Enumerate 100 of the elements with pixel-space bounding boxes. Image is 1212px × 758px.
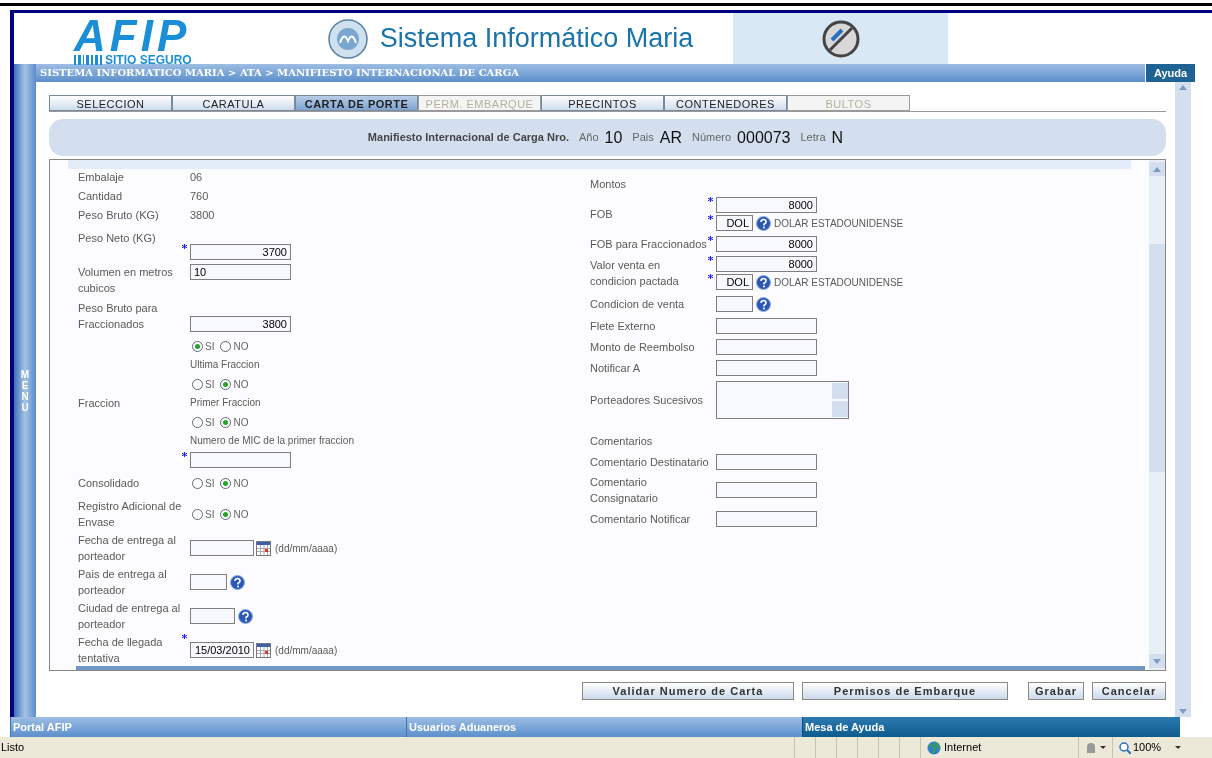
radio-button[interactable] [192, 378, 203, 390]
field-label: Fecha de entrega al porteador [78, 533, 177, 565]
caret-icon[interactable] [1175, 746, 1182, 749]
calendar-icon[interactable] [256, 642, 271, 658]
field-label: Comentario Notificar [590, 512, 692, 528]
input-field[interactable]: 8000 [716, 197, 817, 214]
group-caption: Ultima Fraccion [190, 358, 261, 373]
input-field[interactable]: 3700 [190, 244, 291, 261]
zoom-icon[interactable] [1119, 741, 1131, 754]
help-icon[interactable] [230, 574, 245, 590]
input-field[interactable] [716, 339, 817, 356]
action-button[interactable]: Validar Numero de Carta [582, 682, 794, 700]
input-field[interactable]: 10 [190, 264, 291, 281]
action-button[interactable]: Cancelar [1092, 682, 1166, 700]
format-hint: (dd/mm/aaaa) [275, 541, 338, 556]
input-field[interactable]: 8000 [716, 256, 817, 273]
field-label: Registro Adicional de Envase [78, 499, 183, 531]
field-label: Notificar A [590, 361, 642, 377]
radio-label: SI [205, 507, 215, 522]
field-label: Consolidado [78, 476, 141, 492]
radio-button[interactable] [192, 477, 203, 489]
input-field[interactable] [190, 608, 235, 625]
radio-label: SI [205, 415, 215, 430]
group-caption: Primer Fraccion [190, 396, 262, 411]
field-label: Monto de Reembolso [590, 340, 696, 356]
radio-label: NO [233, 339, 249, 354]
radio-label: SI [205, 476, 215, 491]
input-field[interactable] [190, 452, 291, 469]
input-field[interactable] [190, 574, 227, 591]
help-icon[interactable] [756, 296, 771, 312]
input-field[interactable]: 8000 [716, 236, 817, 253]
radio-button[interactable] [192, 340, 203, 352]
help-icon[interactable] [756, 274, 771, 290]
input-field[interactable]: 3800 [190, 316, 291, 333]
seal-logo-icon [327, 18, 368, 59]
required-icon [708, 256, 713, 262]
field-label: Embalaje [78, 170, 125, 186]
field-label: Fraccion [78, 396, 122, 412]
action-button[interactable]: Permisos de Embarque [802, 682, 1008, 700]
field-label: Comentarios [590, 434, 653, 450]
radio-button[interactable] [220, 508, 232, 520]
field-label: Valor venta en condicion pactada [590, 258, 680, 290]
input-field[interactable] [716, 318, 817, 335]
help-button[interactable]: Ayuda [1145, 64, 1195, 82]
field-label: Pais [632, 130, 654, 146]
field-label: FOB para Fraccionados [590, 237, 708, 253]
input-field[interactable] [716, 296, 753, 313]
field-label: Peso Bruto para Fraccionados [78, 301, 159, 333]
field-label: Volumen en metros cubicos [78, 265, 174, 297]
field-value: AR [659, 127, 682, 148]
tab[interactable]: PRECINTOS [541, 95, 664, 111]
tab[interactable]: CARTA DE PORTE [295, 95, 418, 111]
logo-subtitle: SITIO SEGURO [105, 53, 192, 66]
footer-link[interactable]: Mesa de Ayuda [805, 718, 885, 736]
help-icon[interactable] [238, 608, 253, 624]
radio-label: SI [205, 377, 215, 392]
zoom-level[interactable]: 100% [1133, 739, 1162, 756]
required-icon [708, 274, 713, 280]
field-label: Flete Externo [590, 319, 657, 335]
radio-label: NO [233, 476, 249, 491]
field-value: 06 [190, 170, 203, 186]
field-label: Número [691, 130, 732, 146]
radio-label: NO [233, 507, 249, 522]
tab[interactable]: SELECCION [49, 95, 172, 111]
tab[interactable]: CONTENEDORES [664, 95, 787, 111]
radio-button[interactable] [192, 508, 203, 520]
input-field[interactable] [716, 454, 817, 471]
input-field[interactable]: DOL [716, 215, 753, 232]
text-area[interactable] [716, 381, 849, 420]
field-label: Montos [590, 177, 627, 193]
field-value: N [831, 127, 844, 148]
manifest-title: Manifiesto Internacional de Carga Nro. [367, 130, 569, 146]
field-label: Comentario Consignatario [590, 475, 659, 507]
radio-label: NO [233, 415, 249, 430]
calendar-icon[interactable] [256, 540, 271, 556]
field-label: Comentario Destinatario [590, 455, 708, 471]
input-field[interactable] [716, 482, 817, 499]
field-label: FOB [590, 207, 614, 223]
field-value: 000073 [737, 127, 791, 148]
radio-button[interactable] [220, 477, 232, 489]
action-button[interactable]: Grabar [1028, 682, 1084, 700]
input-field[interactable]: DOL [716, 274, 753, 291]
radio-button[interactable] [220, 340, 232, 352]
radio-button[interactable] [220, 416, 232, 428]
field-label: Pais de entrega al porteador [78, 567, 168, 599]
caret-icon[interactable] [1100, 746, 1106, 749]
radio-button[interactable] [220, 378, 232, 390]
field-label: Ciudad de entrega al porteador [78, 601, 182, 633]
input-field[interactable] [190, 540, 254, 557]
radio-button[interactable] [192, 416, 203, 428]
currency-name: DOLAR ESTADOUNIDENSE [774, 275, 904, 290]
field-label: Condicion de venta [590, 297, 686, 313]
input-field[interactable] [716, 360, 817, 377]
logo-wordmark: AFIP [74, 17, 192, 54]
required-icon [708, 215, 713, 221]
input-field[interactable] [716, 511, 817, 528]
currency-name: DOLAR ESTADOUNIDENSE [774, 216, 904, 231]
help-icon[interactable] [756, 215, 771, 231]
input-field[interactable]: 15/03/2010 [190, 642, 254, 659]
tab[interactable]: CARATULA [172, 95, 295, 111]
